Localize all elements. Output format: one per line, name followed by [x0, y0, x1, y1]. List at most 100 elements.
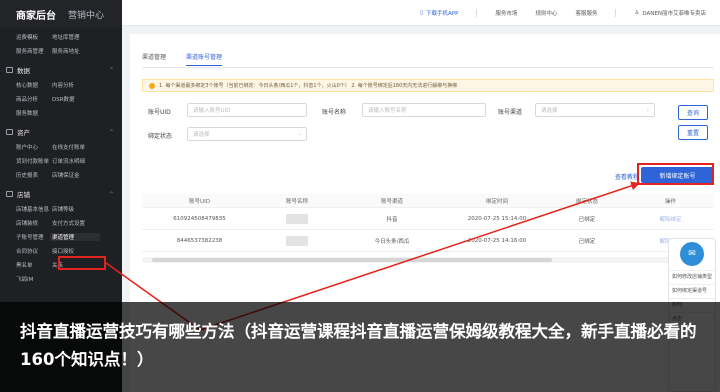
sidebar-item[interactable]: 订单流水明细 — [50, 157, 100, 165]
sidebar-item[interactable]: 历史报表 — [0, 171, 50, 179]
customer-service-link[interactable]: 客服服务 — [575, 9, 597, 17]
uid-placeholder: 请输入账号UID — [193, 108, 231, 114]
uid-label: 账号UID — [148, 109, 171, 116]
divider — [615, 8, 617, 17]
user-name: DANEN丽市艾菲唯专卖店 — [642, 10, 706, 17]
sidebar-item[interactable]: 店铺装修 — [0, 219, 50, 227]
account-uid: 61092450847983​5 — [173, 215, 226, 222]
service-market-link[interactable]: 服务市场 — [495, 9, 517, 17]
sidebar-item[interactable]: 服务商管理 — [0, 47, 50, 55]
scrollbar-thumb[interactable] — [152, 258, 552, 262]
bind-time: 2020-07-25 14:16:00 — [467, 237, 527, 244]
name-input[interactable]: 请输入账号名称 — [362, 103, 486, 117]
account-name-blurred — [257, 235, 337, 246]
chat-bubble-icon[interactable]: ✉ — [680, 242, 704, 266]
accounts-table: 账号UID 账号名称 账号渠道 绑定时间 绑定状态 操作 61092450847… — [142, 194, 714, 252]
table-header-row: 账号UID 账号名称 账号渠道 绑定时间 绑定状态 操作 — [142, 194, 714, 208]
chart-icon — [6, 67, 13, 73]
sidebar-item[interactable]: 货到付款账单 — [0, 157, 50, 165]
status-select[interactable]: 请选择 ⌄ — [187, 127, 307, 141]
sidebar-row: 运费模板 地址库管理 — [0, 30, 122, 44]
sidebar-item-channel-management[interactable]: 渠道管理 — [50, 233, 100, 241]
channel-select[interactable]: 请选择 ⌄ — [535, 103, 655, 117]
sidebar-item[interactable]: 飞鸽IM — [0, 275, 50, 283]
sidebar-row: 子账号管理 渠道管理 — [0, 230, 122, 244]
sidebar-row: 历史报表 店铺保证金 — [0, 168, 122, 182]
sidebar-item[interactable]: 店铺等级 — [50, 205, 100, 213]
sidebar-item[interactable]: 店铺基本信息 — [0, 205, 50, 213]
phone-icon: ▯ — [419, 9, 423, 16]
sidebar-item[interactable]: 内容分析 — [50, 81, 100, 89]
table-row: 84465373822​38 今日头条/西瓜 2020-07-25 14:16:… — [142, 230, 714, 252]
sidebar-item[interactable]: 在线支付账单 — [50, 143, 100, 151]
sidebar-group-title: 数据 — [17, 67, 30, 75]
uid-input[interactable]: 请输入账号UID — [187, 103, 307, 117]
sidebar-item[interactable]: 服务商地址 — [50, 47, 100, 55]
chevron-down-icon: ⌄ — [297, 131, 302, 137]
account-channel: 今日头条/西瓜 — [374, 238, 410, 245]
sidebar-row: 服务数据 — [0, 106, 122, 120]
query-button[interactable]: 查询 — [678, 105, 708, 120]
name-label: 账号名称 — [322, 109, 347, 116]
sidebar-row: 货到付款账单 订单流水明细 — [0, 154, 122, 168]
tab-divider — [142, 67, 714, 68]
sidebar-item[interactable]: 店铺保证金 — [50, 171, 100, 179]
sidebar-item[interactable]: 商品分析 — [0, 95, 50, 103]
sidebar-group-title: 资产 — [17, 129, 30, 137]
column-header: 绑定时间 — [485, 198, 508, 205]
sidebar-group-title: 店铺 — [17, 191, 30, 199]
sidebar-item[interactable]: 地址库管理 — [50, 33, 100, 41]
status-label: 绑定状态 — [148, 133, 173, 140]
tab-channel-management[interactable]: 渠道管理 — [142, 52, 166, 66]
annotation-highlight-box — [637, 163, 714, 185]
wallet-icon — [6, 129, 13, 135]
unbind-link[interactable]: 解除绑定 — [627, 215, 714, 223]
sidebar-item[interactable]: 账户中心 — [0, 143, 50, 151]
sidebar-group-assets[interactable]: 资产 ⌃ — [0, 124, 122, 140]
chevron-up-icon: ⌃ — [108, 128, 114, 136]
sidebar-row: 店铺基本信息 店铺等级 — [0, 202, 122, 216]
channel-label: 账号渠道 — [498, 109, 523, 116]
sidebar-item[interactable]: 核心数据 — [0, 81, 50, 89]
chevron-up-icon: ⌃ — [108, 190, 114, 198]
brand-title[interactable]: 商家后台 — [16, 7, 56, 22]
rules-center-link[interactable]: 规则中心 — [535, 9, 557, 17]
sidebar-row: 核心数据 内容分析 — [0, 78, 122, 92]
user-menu[interactable]: ♙ DANEN丽市艾菲唯专卖店 — [634, 9, 706, 17]
sidebar-item[interactable]: 运费模板 — [0, 33, 50, 41]
table-row: 61092450847983​5 抖音 2020-07-25 15:14:00 … — [142, 208, 714, 230]
tab-bar: 渠道管理 渠道账号管理 — [142, 52, 242, 66]
sidebar-item[interactable]: 合同协议 — [0, 247, 50, 255]
top-header: ▯ 下载手机APP 服务市场 规则中心 客服服务 ♙ DANEN丽市艾菲唯专卖店 — [122, 0, 720, 26]
sidebar-item[interactable]: 子账号管理 — [0, 233, 50, 241]
view-tutorial-link[interactable]: 查看教程 — [615, 172, 639, 181]
sidebar-group-store[interactable]: 店铺 ⌃ — [0, 186, 122, 202]
sidebar-group-data[interactable]: 数据 ⌃ — [0, 62, 122, 78]
sidebar-item[interactable]: 支付方式设置 — [50, 219, 100, 227]
download-app-link[interactable]: ▯ 下载手机APP — [420, 9, 458, 17]
user-icon: ♙ — [634, 9, 640, 16]
sidebar-item[interactable]: 黑名单 — [0, 261, 50, 269]
marketing-center-link[interactable]: 营销中心 — [68, 8, 104, 21]
store-icon — [6, 191, 13, 197]
tab-channel-account-management[interactable]: 渠道账号管理 — [186, 52, 223, 66]
reset-button[interactable]: 重置 — [678, 125, 708, 140]
sidebar-item[interactable]: 接口授权 — [50, 247, 100, 255]
help-item[interactable]: 如何绑定渠道号 — [669, 284, 715, 298]
table-scrollbar[interactable] — [142, 257, 714, 263]
status-placeholder: 请选择 — [193, 132, 210, 138]
account-uid: 84465373822​38 — [176, 237, 223, 244]
bind-status: 已绑定 — [578, 216, 596, 223]
warning-icon — [149, 82, 155, 89]
sidebar-row: 服务商管理 服务商地址 — [0, 44, 122, 58]
column-header: 操作 — [664, 198, 676, 205]
notice-banner: 1. 每个渠道最多绑定3个账号（当前已绑定：今日头条/西瓜1个，抖音1个，火山0… — [142, 79, 714, 92]
download-app-label: 下载手机APP — [426, 10, 459, 17]
sidebar-item[interactable]: DSR数据 — [50, 95, 100, 103]
chevron-down-icon: ⌄ — [645, 107, 650, 113]
sidebar-item[interactable]: 服务数据 — [0, 109, 50, 117]
help-item[interactable]: 如何修改店铺类型 — [669, 270, 715, 284]
sidebar-brand-bar: 商家后台 营销中心 — [0, 0, 122, 28]
account-channel: 抖音 — [386, 216, 398, 223]
column-header: 账号渠道 — [380, 198, 403, 205]
